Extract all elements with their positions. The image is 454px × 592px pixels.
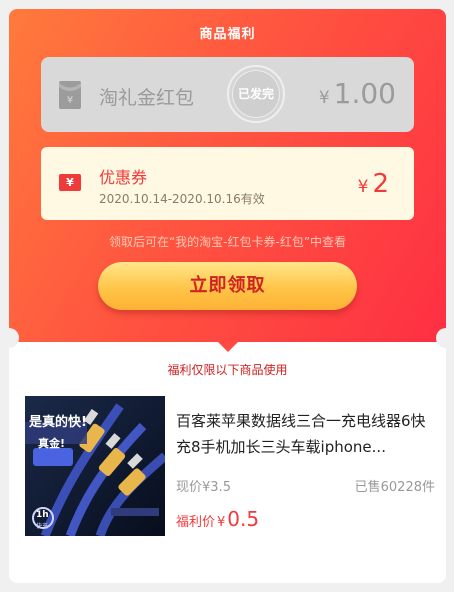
current-price-label: 现价	[176, 480, 203, 495]
pointer-arrow	[218, 342, 238, 352]
coupon-name: 优惠券	[99, 168, 148, 187]
claim-button[interactable]: 立即领取	[98, 262, 357, 310]
sold-count: 已售60228件	[354, 480, 435, 495]
benefit-header-panel: 商品福利 ¥ 淘礼金红包 已发完 ¥1.00 ¥ 优惠券 2020.10.14-…	[9, 9, 446, 342]
limit-note: 福利仅限以下商品使用	[167, 363, 288, 377]
red-packet-amount: ¥1.00	[319, 77, 396, 110]
benefit-price-currency: ¥	[217, 515, 226, 530]
red-packet-currency: ¥	[318, 88, 330, 108]
sold-out-stamp: 已发完	[227, 65, 285, 123]
thumb-headline: 是真的快!	[29, 415, 87, 430]
coupon-ticket-icon: ¥	[59, 174, 81, 191]
benefit-price: 福利价 ¥0.5	[176, 507, 259, 531]
coupon-amount: ¥2	[358, 169, 389, 199]
red-envelope-icon: ¥	[59, 81, 81, 109]
red-packet-name: 淘礼金红包	[99, 87, 195, 109]
current-price-value: 3.5	[210, 480, 231, 495]
product-item[interactable]: 是真的快! 真金! 1h 快充 百客莱苹果数据线三合一充电线器6快充8手机加长三…	[25, 396, 435, 536]
claim-hint: 领取后可在“我的淘宝-红包卡券-红包”中查看	[108, 235, 347, 249]
svg-text:¥: ¥	[67, 95, 73, 106]
thumb-time-badge-sub: 快充	[36, 523, 49, 530]
coupon-card: ¥ 优惠券 2020.10.14-2020.10.16有效 ¥2	[41, 147, 414, 220]
product-title[interactable]: 百客莱苹果数据线三合一充电线器6快充8手机加长三头车载iphone...	[176, 408, 434, 460]
panel-title: 商品福利	[199, 27, 256, 42]
coupon-validity: 2020.10.14-2020.10.16有效	[99, 192, 265, 206]
benefit-price-value: 0.5	[227, 507, 260, 531]
benefit-card: 商品福利 ¥ 淘礼金红包 已发完 ¥1.00 ¥ 优惠券 2020.10.14-…	[9, 9, 446, 583]
red-packet-card: ¥ 淘礼金红包 已发完 ¥1.00	[41, 57, 414, 132]
coupon-currency: ¥	[357, 177, 369, 197]
benefit-price-label: 福利价	[176, 515, 216, 530]
product-title-text: 百客莱苹果数据线三合一充电线器6快充8手机加长三头车载iphone...	[176, 412, 426, 456]
red-packet-value: 1.00	[333, 77, 396, 110]
right-notch	[436, 328, 446, 348]
current-price: 现价¥3.5	[176, 476, 231, 495]
product-thumbnail[interactable]: 是真的快! 真金! 1h 快充	[25, 396, 165, 536]
thumb-time-badge: 1h	[36, 510, 49, 520]
coupon-value: 2	[372, 169, 389, 199]
thumb-badge: 真金!	[38, 437, 66, 450]
